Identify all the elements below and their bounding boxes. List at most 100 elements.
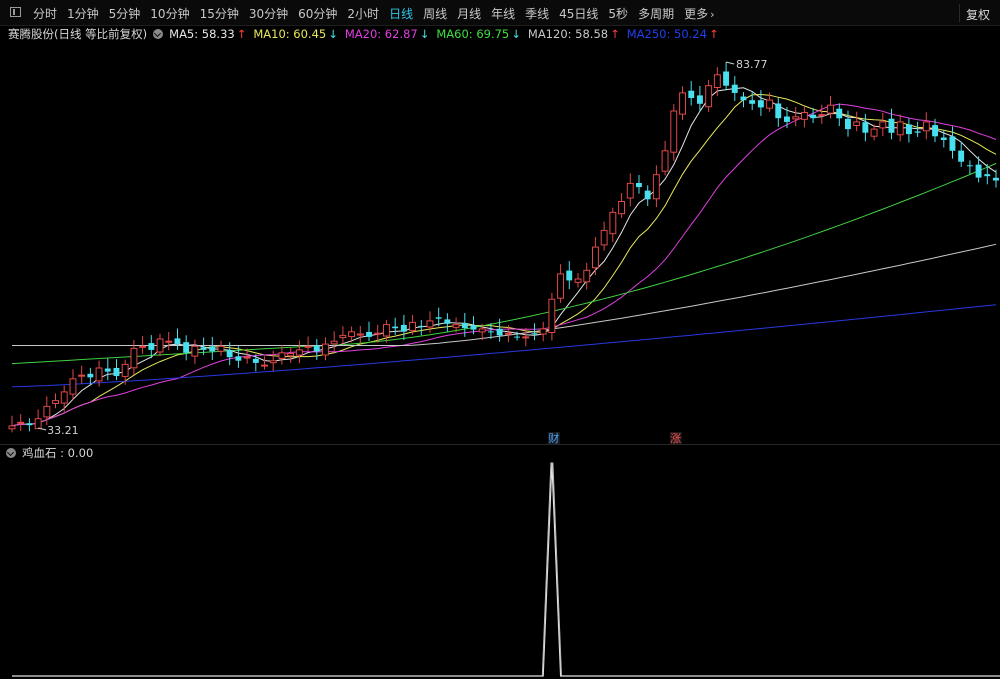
candle-body-down bbox=[435, 317, 442, 319]
candle-body-up bbox=[304, 345, 312, 348]
candle-body-down bbox=[940, 137, 947, 140]
candle-body-down bbox=[966, 165, 973, 167]
candle-body-up bbox=[818, 114, 826, 117]
candle-body-up bbox=[609, 211, 617, 235]
candle-body-up bbox=[330, 340, 338, 345]
candle-body-up bbox=[705, 85, 713, 108]
candle-body-down bbox=[235, 356, 242, 361]
candle-body-up bbox=[348, 331, 356, 338]
chart-labels: 83.77 33.21 财 涨 bbox=[38, 58, 768, 445]
candle-body-down bbox=[226, 349, 233, 358]
candle-body-up bbox=[600, 229, 608, 246]
indicator-subchart bbox=[12, 462, 1000, 677]
candle-body-up bbox=[139, 345, 147, 348]
candle-body-up bbox=[69, 378, 77, 395]
candle-body-up bbox=[269, 360, 277, 364]
candle-body-up bbox=[374, 332, 382, 335]
candle-body-up bbox=[583, 269, 591, 283]
candle-body-up bbox=[522, 336, 530, 339]
candle-body-down bbox=[723, 71, 729, 86]
candle-body-down bbox=[104, 368, 111, 372]
ma60-line bbox=[11, 163, 997, 365]
candle-body-down bbox=[975, 164, 982, 178]
candle-body-down bbox=[87, 373, 94, 378]
candle-body-down bbox=[400, 324, 407, 332]
candle-body-down bbox=[636, 183, 642, 188]
candle-body-down bbox=[444, 319, 451, 324]
candle-body-up bbox=[792, 116, 800, 120]
candle-body-down bbox=[914, 131, 921, 133]
candle-body-up bbox=[426, 320, 434, 328]
candle-body-down bbox=[26, 423, 33, 426]
indicator-line bbox=[12, 462, 1000, 677]
ma5-line bbox=[11, 87, 997, 427]
candle-body-up bbox=[322, 343, 329, 356]
candle-body-up bbox=[121, 363, 129, 377]
candle-body-up bbox=[922, 121, 930, 132]
low-price-label: 33.21 bbox=[47, 424, 79, 437]
candle-body-down bbox=[906, 124, 912, 135]
candle-body-down bbox=[697, 95, 703, 104]
candle-body-up bbox=[827, 104, 834, 114]
candle-body-down bbox=[514, 336, 520, 338]
candle-body-down bbox=[209, 346, 216, 352]
candle-body-down bbox=[810, 114, 817, 119]
candle-body-up bbox=[78, 374, 86, 377]
candle-body-up bbox=[17, 421, 25, 424]
candle-body-up bbox=[539, 328, 547, 335]
candle-body-up bbox=[409, 321, 417, 332]
candle-body-down bbox=[366, 332, 372, 337]
candle-body-up bbox=[383, 324, 390, 337]
candle-body-up bbox=[356, 333, 364, 336]
candle-body-down bbox=[740, 96, 747, 101]
candle-body-down bbox=[531, 333, 538, 335]
candle-body-up bbox=[713, 74, 721, 89]
candle-body-down bbox=[200, 347, 207, 350]
candle-body-up bbox=[261, 364, 269, 367]
sub-indicator-label: 鸡血石 : 0.00 bbox=[22, 446, 94, 460]
candle-body-down bbox=[932, 125, 938, 137]
candle-body-up bbox=[191, 345, 199, 357]
candle-body-up bbox=[879, 121, 887, 129]
candle-body-down bbox=[496, 328, 503, 336]
candle-body-down bbox=[174, 338, 181, 345]
candle-body-up bbox=[278, 352, 286, 359]
candle-body-up bbox=[766, 99, 773, 109]
candle-body-up bbox=[165, 340, 173, 343]
candle-body-down bbox=[862, 122, 869, 133]
candle-body-down bbox=[488, 331, 494, 333]
sub-dropdown-circle-icon[interactable] bbox=[6, 448, 16, 458]
candle-body-up bbox=[896, 121, 904, 136]
candle-body-up bbox=[592, 246, 599, 269]
candle-body-up bbox=[557, 273, 564, 299]
high-price-label: 83.77 bbox=[736, 58, 768, 71]
sub-indicator-bar: 鸡血石 : 0.00 bbox=[0, 446, 93, 460]
candle-body-down bbox=[688, 90, 695, 98]
candle-body-up bbox=[661, 150, 669, 172]
candle-body-up bbox=[8, 425, 16, 430]
candle-body-up bbox=[52, 400, 59, 405]
candle-body-down bbox=[775, 103, 782, 119]
candle-body-up bbox=[452, 324, 460, 328]
candle-body-down bbox=[566, 270, 573, 281]
candle-body-up bbox=[618, 201, 625, 215]
ma-lines bbox=[11, 87, 997, 427]
candle-body-down bbox=[470, 325, 477, 330]
candle-body-up bbox=[243, 356, 251, 359]
candle-body-up bbox=[478, 328, 486, 333]
candle-body-down bbox=[148, 343, 155, 350]
high-label-leader bbox=[725, 61, 735, 65]
candle-body-down bbox=[392, 326, 399, 329]
ma120-line bbox=[12, 243, 997, 346]
candle-body-down bbox=[183, 342, 190, 353]
candle-body-up bbox=[652, 174, 660, 200]
candle-body-up bbox=[548, 298, 556, 334]
ma20-line bbox=[11, 103, 997, 427]
candle-body-up bbox=[679, 92, 686, 115]
candle-body-down bbox=[958, 150, 965, 162]
candle-body-up bbox=[870, 128, 878, 137]
candle-body-down bbox=[731, 84, 738, 93]
indicator-spike-outline bbox=[541, 462, 562, 677]
candle-body-down bbox=[418, 325, 425, 327]
candle-body-up bbox=[626, 182, 634, 199]
